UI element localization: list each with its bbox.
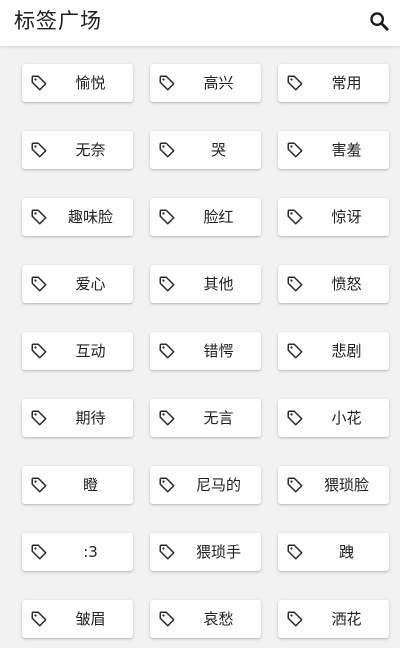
- tag-chip[interactable]: 其他: [150, 265, 261, 303]
- search-icon: [370, 12, 389, 31]
- tag-chip[interactable]: 爱心: [22, 265, 133, 303]
- tag-square-screen: 标签广场 愉悦 高兴 常用无奈 哭 害羞趣味脸 脸红 惊讶爱心 其他 愤怒互动 错愕 悲剧期待 无言 小…: [0, 0, 400, 648]
- tag-chip[interactable]: 猥琐脸: [278, 466, 389, 504]
- app-header: 标签广场: [0, 0, 400, 46]
- tag-icon: [30, 610, 48, 628]
- tag-chip[interactable]: 哭: [150, 131, 261, 169]
- tag-chip[interactable]: 尼马的: [150, 466, 261, 504]
- tag-icon: [30, 208, 48, 226]
- tag-icon: [286, 141, 304, 159]
- tag-label: 哭: [210, 141, 226, 159]
- tag-label: 无言: [203, 409, 234, 427]
- tag-chip[interactable]: 跩: [278, 533, 389, 571]
- tag-label: 无奈: [75, 141, 106, 159]
- tag-icon: [158, 141, 176, 159]
- tag-icon: [158, 610, 176, 628]
- tag-label: 猥琐脸: [323, 476, 369, 494]
- tag-label: 常用: [331, 74, 362, 92]
- tag-label: 跩: [338, 543, 354, 561]
- tag-icon: [158, 342, 176, 360]
- tag-chip[interactable]: 瞪: [22, 466, 133, 504]
- tag-icon: [30, 476, 48, 494]
- tag-icon: [158, 275, 176, 293]
- tag-chip[interactable]: 期待: [22, 399, 133, 437]
- tag-label: 脸红: [203, 208, 234, 226]
- tag-label: 愤怒: [331, 275, 362, 293]
- tag-chip[interactable]: 愤怒: [278, 265, 389, 303]
- tag-label: 趣味脸: [67, 208, 113, 226]
- tag-icon: [286, 275, 304, 293]
- tag-chip[interactable]: 小花: [278, 399, 389, 437]
- tag-icon: [158, 476, 176, 494]
- tag-label: 洒花: [331, 610, 362, 628]
- tag-label: 悲剧: [331, 342, 362, 360]
- tag-icon: [158, 74, 176, 92]
- tag-icon: [286, 74, 304, 92]
- tag-label: 皱眉: [75, 610, 106, 628]
- tag-label: 错愕: [203, 342, 234, 360]
- tag-chip[interactable]: 哀愁: [150, 600, 261, 638]
- tag-chip[interactable]: 高兴: [150, 64, 261, 102]
- tag-label: 高兴: [203, 74, 234, 92]
- tag-chip[interactable]: 愉悦: [22, 64, 133, 102]
- tag-icon: [30, 409, 48, 427]
- tag-chip[interactable]: 洒花: [278, 600, 389, 638]
- tag-icon: [286, 610, 304, 628]
- tag-chip[interactable]: 无言: [150, 399, 261, 437]
- tag-grid: 愉悦 高兴 常用无奈 哭 害羞趣味脸 脸红 惊讶爱心 其他 愤怒互动 错愕 悲剧期待 无言 小花瞪 尼马的…: [22, 64, 392, 638]
- tag-icon: [158, 208, 176, 226]
- tag-label: 惊讶: [331, 208, 362, 226]
- tag-label: 期待: [75, 409, 106, 427]
- tag-label: 小花: [331, 409, 362, 427]
- tag-chip[interactable]: 互动: [22, 332, 133, 370]
- tag-label: 愉悦: [75, 74, 106, 92]
- tag-chip[interactable]: 害羞: [278, 131, 389, 169]
- tag-icon: [158, 409, 176, 427]
- tag-chip[interactable]: :3: [22, 533, 133, 571]
- search-button[interactable]: [364, 6, 394, 36]
- tag-label: 尼马的: [195, 476, 241, 494]
- tag-label: 猥琐手: [195, 543, 241, 561]
- tag-label: 害羞: [331, 141, 362, 159]
- tag-label: 爱心: [75, 275, 106, 293]
- tag-chip[interactable]: 错愕: [150, 332, 261, 370]
- tag-chip[interactable]: 趣味脸: [22, 198, 133, 236]
- tag-icon: [30, 74, 48, 92]
- tag-label: 互动: [75, 342, 106, 360]
- tag-chip[interactable]: 悲剧: [278, 332, 389, 370]
- tag-label: 哀愁: [203, 610, 234, 628]
- tag-chip[interactable]: 常用: [278, 64, 389, 102]
- tag-icon: [286, 342, 304, 360]
- tag-chip[interactable]: 无奈: [22, 131, 133, 169]
- tag-chip[interactable]: 皱眉: [22, 600, 133, 638]
- tag-icon: [286, 543, 304, 561]
- tag-label: 瞪: [82, 476, 98, 494]
- tag-icon: [286, 476, 304, 494]
- tag-icon: [30, 543, 48, 561]
- tag-chip[interactable]: 猥琐手: [150, 533, 261, 571]
- tag-icon: [286, 208, 304, 226]
- tag-icon: [30, 342, 48, 360]
- tag-chip[interactable]: 脸红: [150, 198, 261, 236]
- tag-icon: [30, 141, 48, 159]
- tag-label: 其他: [203, 275, 234, 293]
- tag-icon: [158, 543, 176, 561]
- tag-icon: [286, 409, 304, 427]
- tag-label: :3: [83, 543, 98, 561]
- tag-chip[interactable]: 惊讶: [278, 198, 389, 236]
- page-title: 标签广场: [14, 9, 102, 33]
- tag-icon: [30, 275, 48, 293]
